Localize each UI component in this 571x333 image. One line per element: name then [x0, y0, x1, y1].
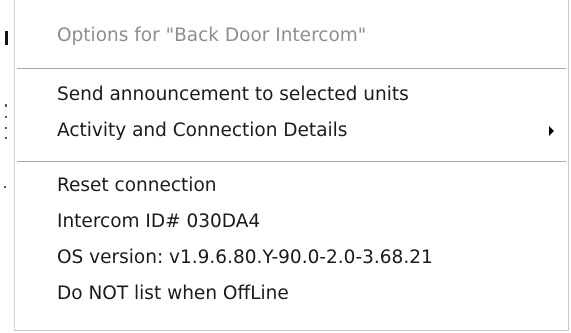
edge-mark [5, 137, 7, 139]
menu-item-send-announcement[interactable]: Send announcement to selected units [15, 78, 568, 112]
menu-item-os-version[interactable]: OS version: v1.9.6.80.Y-90.0-2.0-3.68.21 [15, 241, 568, 275]
menu-separator [17, 68, 566, 70]
edge-mark [5, 116, 7, 118]
cursor-fragment [5, 31, 8, 45]
context-menu: Options for "Back Door Intercom" Send an… [14, 0, 569, 331]
menu-item-reset-connection[interactable]: Reset connection [15, 169, 568, 203]
edge-mark [5, 104, 7, 107]
menu-separator [17, 161, 566, 163]
menu-item-intercom-id[interactable]: Intercom ID# 030DA4 [15, 205, 568, 239]
menu-header: Options for "Back Door Intercom" [57, 25, 367, 46]
edge-mark [5, 127, 7, 129]
submenu-arrow-icon [549, 126, 554, 136]
edge-mark [4, 186, 6, 188]
menu-item-label: Activity and Connection Details [57, 120, 348, 141]
menu-item-do-not-list-offline[interactable]: Do NOT list when OffLine [15, 277, 568, 311]
menu-item-activity-details[interactable]: Activity and Connection Details [15, 114, 568, 148]
window-edge [0, 0, 14, 333]
